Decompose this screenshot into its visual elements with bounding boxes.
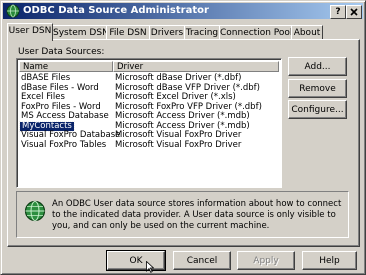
tab-drivers[interactable]: Drivers [149,25,185,40]
odbc-globe-icon [24,200,46,222]
list-row[interactable]: Excel Files Microsoft Excel Driver (*.xl… [19,93,281,102]
tab-user-dsn[interactable]: User DSN [7,23,53,41]
row-driver: Microsoft Access Driver (*.mdb) [115,111,250,121]
cancel-button[interactable]: Cancel [173,251,231,270]
user-data-sources-label: User Data Sources: [18,47,105,57]
apply-button[interactable]: Apply [237,251,295,270]
close-icon [350,8,358,16]
row-name: dBASE Files [21,73,71,83]
odbc-dialog: ODBC Data Source Administrator ? User DS… [0,0,366,275]
help-button[interactable]: Help [302,251,357,270]
info-text: An ODBC User data source stores informat… [52,199,342,231]
row-driver: Microsoft dBase Driver (*.dbf) [115,73,242,83]
tab-system-dsn[interactable]: System DSN [52,25,109,40]
row-name: Excel Files [21,92,65,102]
remove-button[interactable]: Remove [288,79,347,98]
title-bar[interactable]: ODBC Data Source Administrator ? [3,3,363,19]
data-sources-list[interactable]: Name Driver dBASE Files Microsoft dBase … [16,58,282,188]
odbc-app-icon [6,4,20,18]
tab-about[interactable]: About [291,25,323,40]
row-driver: Microsoft Visual FoxPro Driver [115,139,242,150]
list-row[interactable]: MS Access Database Microsoft Access Driv… [19,112,281,121]
row-name: Visual FoxPro Database [21,130,121,140]
help-title-button[interactable]: ? [330,5,346,19]
tab-tracing[interactable]: Tracing [184,25,220,40]
tab-connection-pooling[interactable]: Connection Pooling [219,25,306,40]
ok-button[interactable]: OK [106,250,166,271]
window-title: ODBC Data Source Administrator [23,5,209,16]
close-title-button[interactable] [346,5,362,19]
list-row[interactable]: dBASE Files Microsoft dBase Driver (*.db… [19,74,281,83]
column-header-driver[interactable]: Driver [113,61,279,72]
list-row[interactable]: Visual FoxPro Tables Microsoft Visual Fo… [19,139,281,150]
mouse-cursor-icon [146,261,154,273]
tab-file-dsn[interactable]: File DSN [106,25,150,40]
add-button[interactable]: Add... [288,57,347,76]
list-row[interactable]: Visual FoxPro Database Microsoft Visual … [19,131,281,140]
column-header-name[interactable]: Name [19,61,113,72]
row-driver: Microsoft Excel Driver (*.xls) [115,92,236,102]
row-driver: Microsoft Visual FoxPro Driver [115,130,242,140]
row-name: Visual FoxPro Tables [21,139,107,150]
row-name: MS Access Database [21,111,109,121]
configure-button[interactable]: Configure... [288,100,347,119]
